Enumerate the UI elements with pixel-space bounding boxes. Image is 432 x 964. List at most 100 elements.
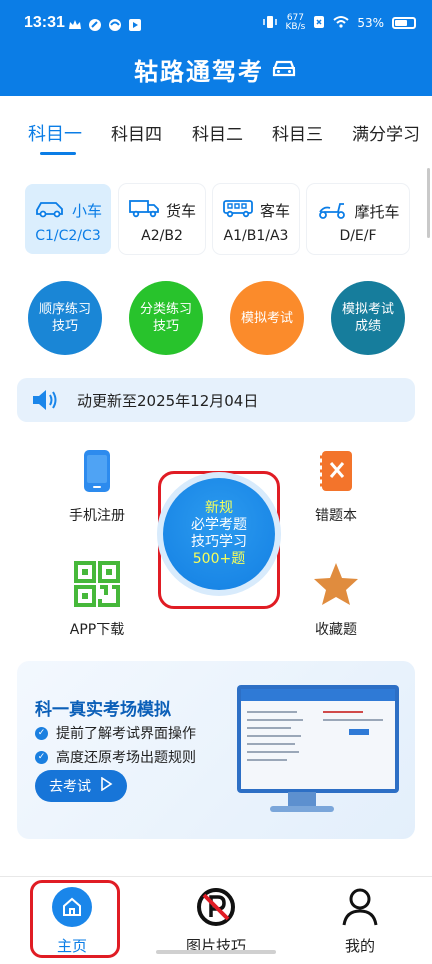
monitor-screen <box>241 689 395 789</box>
wrong-book-label: 错题本 <box>315 508 357 524</box>
update-notice[interactable]: 动更新至2025年12月04日 <box>17 378 415 422</box>
tab-subject-2[interactable]: 科目二 <box>192 120 243 145</box>
vehicle-motorcycle-row: 摩托车 <box>307 198 409 224</box>
vehicle-bus-row: 客车 <box>213 198 299 222</box>
monitor-line <box>323 719 383 721</box>
tab-active-indicator <box>40 152 76 155</box>
qr-code-icon <box>52 561 142 611</box>
update-notice-text: 动更新至2025年12月04日 <box>77 392 259 410</box>
notification-icons <box>68 16 142 32</box>
title-row: 轱路通驾考 <box>0 52 432 87</box>
app-screen: 13:31 677 KB/s 53% 轱路通驾考 科目一 科目四 科目二 科目三… <box>0 0 432 964</box>
tips-study-label: 技巧学习 <box>191 534 247 550</box>
vehicle-bus-name: 客车 <box>259 201 290 220</box>
subject-tabs: 科目一 科目四 科目二 科目三 满分学习 <box>0 96 432 160</box>
banner-title: 科一真实考场模拟 <box>35 700 171 720</box>
mock-exam-scores-button[interactable]: 模拟考试 成绩 <box>331 281 405 355</box>
vehicle-car-row: 小车 <box>25 198 111 222</box>
app-icon-2 <box>108 17 122 31</box>
no-parking-icon <box>196 887 236 931</box>
mock-exam-button[interactable]: 模拟考试 <box>230 281 304 355</box>
monitor-button <box>349 729 369 735</box>
app-download-button[interactable]: APP下载 <box>52 561 142 639</box>
monitor-line <box>323 711 363 713</box>
sim-icon <box>313 15 325 32</box>
home-highlight-frame <box>30 880 120 958</box>
gesture-bar[interactable] <box>156 950 276 954</box>
new-rules-study-button[interactable]: 新规 必学考题 技巧学习 500+题 <box>163 478 275 590</box>
monitor-line <box>247 711 297 713</box>
app-title-text: 轱路通驾考 <box>134 58 264 86</box>
battery-icon <box>392 17 416 29</box>
monitor-line <box>247 727 291 729</box>
check-icon: ✓ <box>35 750 48 764</box>
scooter-icon <box>316 198 348 224</box>
favorites-label: 收藏题 <box>315 622 357 638</box>
vehicle-car-name: 小车 <box>71 201 102 220</box>
sequential-practice-line1: 顺序练习 <box>38 302 91 317</box>
truck-icon <box>128 198 160 222</box>
check-icon: ✓ <box>35 726 48 740</box>
app-icon-1 <box>88 17 102 31</box>
tab-full-score[interactable]: 满分学习 <box>352 120 420 145</box>
nav-mine-label: 我的 <box>344 937 375 955</box>
app-header: 13:31 677 KB/s 53% 轱路通驾考 <box>0 0 432 96</box>
tab-subject-4[interactable]: 科目四 <box>111 120 162 145</box>
sequential-practice-button[interactable]: 顺序练习 技巧 <box>28 281 102 355</box>
sequential-practice-line2: 技巧 <box>51 319 78 334</box>
vehicle-motorcycle-name: 摩托车 <box>354 202 400 221</box>
bus-icon <box>222 198 254 222</box>
mock-exam-scores-line1: 模拟考试 <box>341 302 394 317</box>
tab-subject-1[interactable]: 科目一 <box>28 120 82 146</box>
monitor-line <box>247 743 295 745</box>
car-icon <box>34 198 66 222</box>
vehicle-truck[interactable]: 货车 A2/B2 <box>119 184 205 254</box>
monitor-line <box>247 759 287 761</box>
banner-point-1: ✓ 提前了解考试界面操作 <box>35 723 196 743</box>
go-exam-button[interactable]: 去考试 <box>35 770 127 802</box>
notebook-icon <box>291 449 381 497</box>
monitor-line <box>247 735 301 737</box>
wrong-book-button[interactable]: 错题本 <box>291 449 381 525</box>
vehicle-car[interactable]: 小车 C1/C2/C3 <box>25 184 111 254</box>
category-practice-line1: 分类练习 <box>139 302 192 317</box>
vehicle-truck-row: 货车 <box>119 198 205 222</box>
phone-icon <box>52 449 142 497</box>
vehicle-truck-name: 货车 <box>165 201 196 220</box>
user-icon <box>342 887 378 931</box>
exam-simulation-banner[interactable]: 科一真实考场模拟 ✓ 提前了解考试界面操作 ✓ 高度还原考场出题规则 去考试 <box>17 661 415 839</box>
phone-register-button[interactable]: 手机注册 <box>52 449 142 525</box>
play-icon <box>128 17 142 31</box>
banner-point-2-text: 高度还原考场出题规则 <box>56 750 196 766</box>
status-bar: 13:31 677 KB/s 53% <box>0 0 432 50</box>
wifi-icon <box>333 15 349 32</box>
category-practice-line2: 技巧 <box>152 319 179 334</box>
scrollbar[interactable] <box>427 168 430 238</box>
crown-icon <box>68 17 82 31</box>
phone-register-label: 手机注册 <box>69 508 125 524</box>
go-exam-label: 去考试 <box>49 779 91 795</box>
monitor-line <box>247 719 303 721</box>
nav-mine[interactable]: 我的 <box>300 877 420 964</box>
monitor-base <box>270 806 334 812</box>
favorites-button[interactable]: 收藏题 <box>291 561 381 639</box>
battery-percent: 53% <box>357 16 384 30</box>
tab-subject-3[interactable]: 科目三 <box>272 120 323 145</box>
vehicle-motorcycle[interactable]: 摩托车 D/E/F <box>307 184 409 254</box>
mock-exam-label: 模拟考试 <box>240 310 293 326</box>
vehicle-bus[interactable]: 客车 A1/B1/A3 <box>213 184 299 254</box>
app-title: 轱路通驾考 <box>134 52 298 87</box>
monitor-illustration <box>237 685 399 793</box>
network-speed: 677 KB/s <box>286 14 306 32</box>
monitor-line <box>247 751 299 753</box>
question-count-label: 500+题 <box>192 551 246 567</box>
monitor-header-bar <box>241 689 395 701</box>
category-practice-button[interactable]: 分类练习 技巧 <box>129 281 203 355</box>
vehicle-motorcycle-licenses: D/E/F <box>339 228 377 244</box>
monitor-stand <box>288 792 316 806</box>
new-rules-label: 新规 <box>205 500 233 516</box>
vibrate-icon <box>262 15 278 32</box>
banner-point-2: ✓ 高度还原考场出题规则 <box>35 747 196 767</box>
status-time: 13:31 <box>24 14 65 31</box>
banner-point-1-text: 提前了解考试界面操作 <box>56 726 196 742</box>
